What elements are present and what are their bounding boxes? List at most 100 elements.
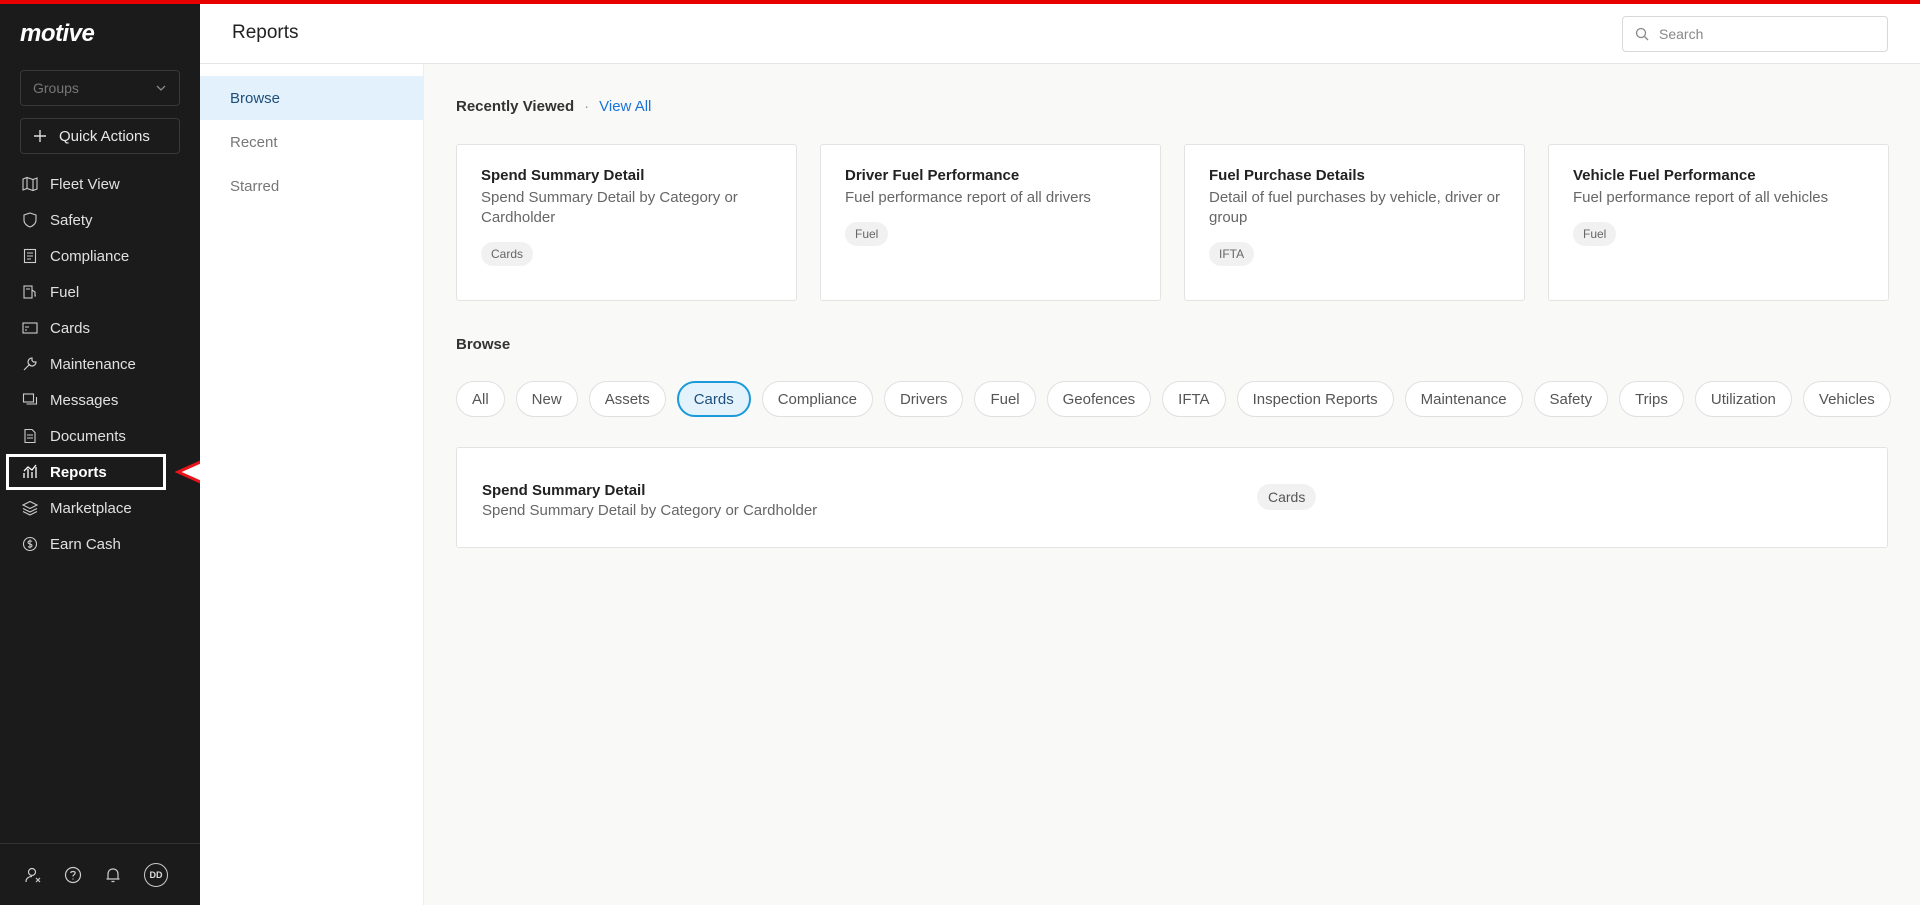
chip-inspection-reports[interactable]: Inspection Reports [1236,381,1394,417]
card-description: Fuel performance report of all vehicles [1573,189,1829,206]
sidebar-item-earn-cash[interactable]: Earn Cash [0,526,200,562]
sidebar-item-label: Earn Cash [50,535,121,553]
sidebar-item-fleet-view[interactable]: Fleet View [0,166,200,202]
subnav-starred[interactable]: Starred [200,164,423,208]
sidebar-item-label: Fuel [50,283,80,301]
sidebar-item-maintenance[interactable]: Maintenance [0,346,200,382]
card-title: Vehicle Fuel Performance [1573,167,1756,184]
category-filter-chips: All New Assets Cards Compliance Drivers … [456,381,1891,417]
sidebar-item-documents[interactable]: Documents [0,418,200,454]
report-card[interactable]: Vehicle Fuel Performance Fuel performanc… [1548,144,1889,301]
chip-maintenance[interactable]: Maintenance [1404,381,1523,417]
report-title: Spend Summary Detail [482,482,646,499]
help-icon[interactable] [64,866,82,884]
chip-assets[interactable]: Assets [588,381,666,417]
category-tag: Fuel [1573,222,1617,246]
chip-vehicles[interactable]: Vehicles [1802,381,1891,417]
sidebar-item-label: Compliance [50,247,130,265]
quick-actions-label: Quick Actions [59,127,150,145]
sidebar-item-cards[interactable]: Cards [0,310,200,346]
recently-viewed-header: Recently Viewed · View All [456,98,651,115]
sidebar-nav: Fleet View Safety Compliance Fuel Cards … [0,166,200,562]
report-card[interactable]: Spend Summary Detail Spend Summary Detai… [456,144,797,301]
recently-viewed-label: Recently Viewed [456,98,575,115]
chip-geofences[interactable]: Geofences [1046,381,1152,417]
layers-icon [22,500,38,516]
sidebar-item-reports[interactable]: Reports [6,454,166,490]
sidebar-item-label: Safety [50,211,93,229]
chip-drivers[interactable]: Drivers [883,381,964,417]
sidebar-item-label: Messages [50,391,119,409]
browse-heading: Browse [456,336,511,353]
chip-fuel[interactable]: Fuel [974,381,1036,417]
chevron-down-icon [156,85,166,91]
chip-trips[interactable]: Trips [1619,381,1684,417]
chip-all[interactable]: All [456,381,505,417]
chip-compliance[interactable]: Compliance [761,381,873,417]
bell-icon[interactable] [104,866,122,884]
sidebar-item-messages[interactable]: Messages [0,382,200,418]
dollar-icon [22,536,38,552]
top-accent-bar [0,0,1920,4]
reports-subnav: Browse Recent Starred [200,64,424,905]
fuel-icon [23,285,36,299]
sidebar-item-label: Marketplace [50,499,132,517]
card-title: Spend Summary Detail [481,167,645,184]
sidebar: motive Groups Quick Actions Fleet View S… [0,0,200,905]
chip-ifta[interactable]: IFTA [1162,381,1226,417]
motive-logo[interactable]: motive [20,20,95,48]
card-description: Spend Summary Detail by Category or Card… [481,189,738,226]
card-title: Driver Fuel Performance [845,167,1020,184]
quick-actions-button[interactable]: Quick Actions [20,118,180,154]
avatar[interactable]: DD [144,862,168,887]
category-tag: Fuel [845,222,889,246]
card-title: Fuel Purchase Details [1209,167,1365,184]
sidebar-item-label: Reports [50,463,107,481]
clipboard-icon [23,248,37,264]
main-content: Recently Viewed · View All Spend Summary… [424,64,1920,905]
chip-new[interactable]: New [515,381,578,417]
groups-dropdown[interactable]: Groups [20,70,180,106]
recent-cards: Spend Summary Detail Spend Summary Detai… [456,144,1889,301]
sidebar-item-label: Maintenance [50,355,136,373]
search-icon [1635,27,1649,41]
card-icon [22,322,38,334]
messages-icon [22,393,38,405]
report-description: Spend Summary Detail by Category or Card… [482,502,818,519]
user-settings-icon[interactable] [24,866,42,884]
chip-safety[interactable]: Safety [1533,381,1609,417]
document-icon [24,428,36,444]
category-tag: Cards [481,242,534,266]
chip-utilization[interactable]: Utilization [1694,381,1792,417]
card-description: Fuel performance report of all drivers [845,189,1091,206]
search-input[interactable]: Search [1622,16,1888,52]
subnav-recent[interactable]: Recent [200,120,423,164]
chip-cards[interactable]: Cards [676,381,751,417]
subnav-browse[interactable]: Browse [200,76,423,120]
page-header: Reports Search [200,4,1920,64]
groups-placeholder: Groups [33,80,79,96]
view-all-link[interactable]: View All [599,98,651,115]
sidebar-item-safety[interactable]: Safety [0,202,200,238]
sidebar-item-compliance[interactable]: Compliance [0,238,200,274]
report-list-item[interactable]: Spend Summary Detail Spend Summary Detai… [456,447,1888,548]
plus-icon [34,130,46,142]
category-tag: IFTA [1209,242,1255,266]
chart-icon [23,464,37,478]
category-tag: Cards [1257,484,1317,510]
sidebar-item-label: Fleet View [50,175,120,193]
shield-icon [23,212,37,228]
card-description: Detail of fuel purchases by vehicle, dri… [1209,189,1500,226]
page-title: Reports [232,22,299,43]
sidebar-item-fuel[interactable]: Fuel [0,274,200,310]
separator-dot: · [584,98,590,115]
map-icon [22,176,38,192]
report-card[interactable]: Driver Fuel Performance Fuel performance… [820,144,1161,301]
sidebar-item-label: Documents [50,427,126,445]
search-placeholder: Search [1659,26,1704,42]
wrench-icon [23,357,37,371]
sidebar-item-label: Cards [50,319,91,337]
sidebar-footer: DD [0,843,200,905]
sidebar-item-marketplace[interactable]: Marketplace [0,490,200,526]
report-card[interactable]: Fuel Purchase Details Detail of fuel pur… [1184,144,1525,301]
